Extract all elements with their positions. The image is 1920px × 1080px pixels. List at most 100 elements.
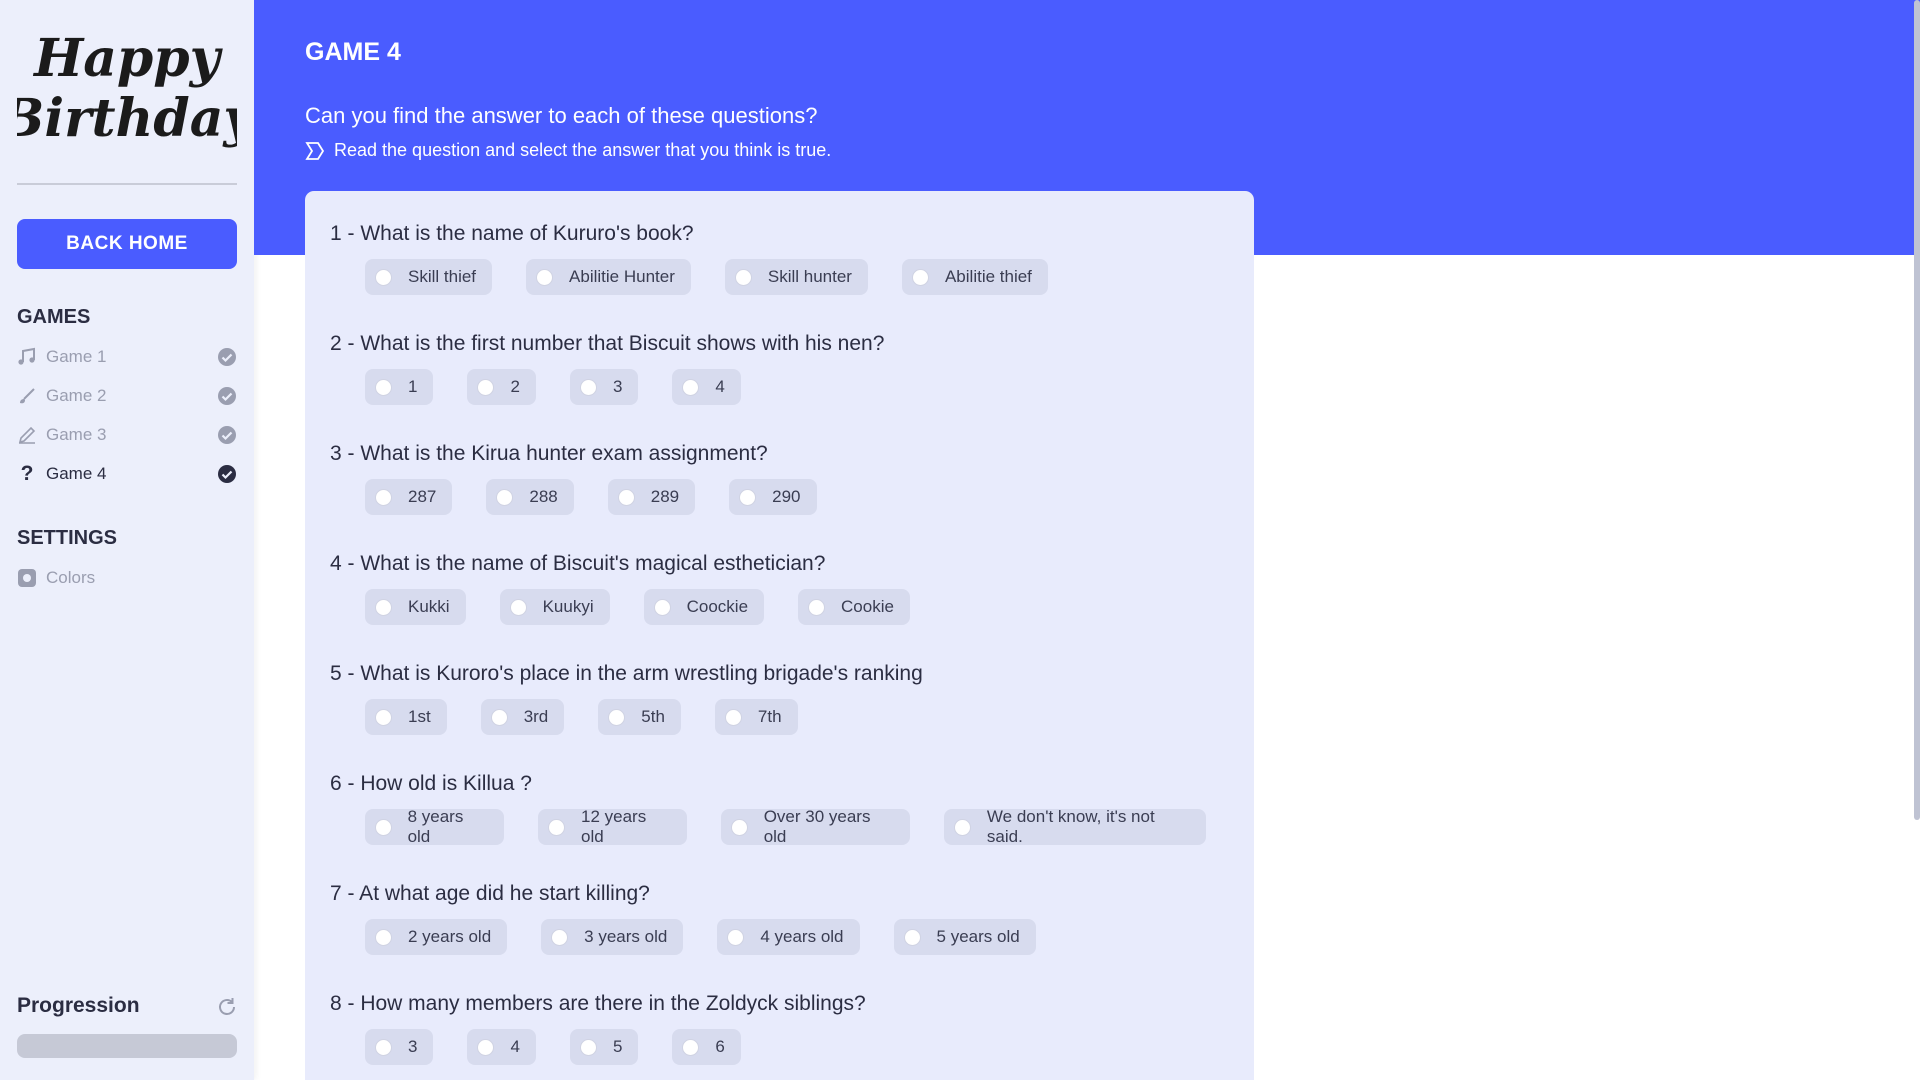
radio-button[interactable] — [579, 378, 597, 396]
answer-option[interactable]: 2 years old — [365, 919, 508, 955]
sidebar-item-game-4[interactable]: ? Game 4 — [17, 459, 237, 489]
answer-option[interactable]: 290 — [729, 479, 817, 515]
check-badge-icon — [217, 347, 237, 367]
refresh-icon[interactable] — [216, 996, 238, 1018]
radio-button[interactable] — [551, 928, 569, 946]
answer-option-label: 3 years old — [584, 927, 668, 946]
sidebar-item-colors[interactable]: Colors — [17, 563, 237, 593]
answer-option[interactable]: Over 30 years old — [721, 807, 911, 846]
sidebar-item-game-1[interactable]: Game 1 — [17, 342, 237, 372]
pencil-icon — [17, 424, 37, 446]
answer-option[interactable]: Abilitie Hunter — [526, 259, 691, 295]
answer-option[interactable]: Skill thief — [365, 259, 493, 295]
answer-option[interactable]: 289 — [607, 479, 696, 515]
page-scrollbar[interactable] — [1914, 0, 1920, 820]
instructions-hint: Read the question and select the answer … — [305, 140, 831, 161]
back-home-button[interactable]: BACK HOME — [17, 219, 237, 269]
radio-button[interactable] — [727, 928, 745, 946]
sidebar-item-game-3[interactable]: Game 3 — [17, 420, 237, 450]
answer-option[interactable]: 4 — [672, 369, 741, 405]
radio-button[interactable] — [911, 268, 929, 286]
svg-text:Birthday: Birthday — [17, 88, 237, 149]
radio-button[interactable] — [375, 378, 392, 396]
answer-option[interactable]: Kuukyi — [499, 589, 610, 625]
answer-options: Kukki Kuukyi Coockie Cookie — [365, 589, 1240, 625]
answer-option[interactable]: 5th — [598, 699, 681, 735]
svg-text:Happy: Happy — [32, 28, 224, 89]
answer-option[interactable]: 3rd — [480, 699, 565, 735]
answer-option[interactable]: Abilitie thief — [901, 259, 1048, 295]
answer-option-label: 4 — [510, 1037, 520, 1056]
answer-option[interactable]: Coockie — [643, 589, 765, 625]
answer-option[interactable]: Skill hunter — [724, 259, 868, 295]
answer-option-label: 5 — [612, 1037, 623, 1056]
radio-button[interactable] — [375, 708, 392, 726]
answer-option[interactable]: Cookie — [798, 589, 910, 625]
radio-button[interactable] — [496, 488, 514, 506]
sidebar: Happy Birthday BACK HOME GAMES Game 1 Ga… — [0, 0, 257, 1080]
answer-option[interactable]: 8 years old — [365, 807, 505, 846]
answer-option-label: Abilitie thief — [944, 267, 1032, 286]
answer-option[interactable]: Kukki — [365, 589, 466, 625]
radio-button[interactable] — [490, 708, 508, 726]
answer-options: 1 2 3 4 — [365, 369, 1240, 405]
radio-button[interactable] — [375, 818, 392, 836]
answer-option[interactable]: 5 — [569, 1029, 639, 1065]
radio-button[interactable] — [375, 598, 392, 616]
radio-button[interactable] — [653, 598, 671, 616]
answer-option[interactable]: 6 — [672, 1029, 741, 1065]
answer-option[interactable]: 7th — [714, 699, 798, 735]
radio-button[interactable] — [536, 268, 554, 286]
answer-option[interactable]: 287 — [365, 479, 453, 515]
answer-option[interactable]: 1 — [365, 369, 434, 405]
answer-option[interactable]: 4 — [467, 1029, 536, 1065]
answer-option[interactable]: 12 years old — [538, 807, 688, 846]
radio-button[interactable] — [739, 488, 757, 506]
question-4: 4 - What is the name of Biscuit's magica… — [330, 549, 1240, 625]
radio-button[interactable] — [903, 928, 921, 946]
answer-option-label: Kuukyi — [542, 597, 594, 616]
radio-button[interactable] — [375, 488, 392, 506]
radio-button[interactable] — [724, 708, 742, 726]
radio-button[interactable] — [608, 708, 626, 726]
radio-button[interactable] — [509, 598, 527, 616]
answer-option-label: 5 years old — [936, 927, 1020, 946]
radio-button[interactable] — [375, 268, 392, 286]
answer-option-label: Coockie — [686, 597, 749, 616]
answer-options: 2 years old 3 years old 4 years old 5 years… — [365, 919, 1240, 955]
question-2: 2 - What is the first number that Biscui… — [330, 329, 1240, 405]
answer-option[interactable]: 3 years old — [541, 919, 684, 955]
radio-button[interactable] — [682, 1038, 700, 1056]
answer-option[interactable]: We don't know, it's not said. — [944, 807, 1206, 846]
radio-button[interactable] — [548, 818, 566, 836]
question-6: 6 - How old is Killua ? 8 years old 12 yea… — [330, 769, 1240, 846]
radio-button[interactable] — [375, 928, 392, 946]
radio-button[interactable] — [731, 818, 748, 836]
answer-option[interactable]: 4 years old — [717, 919, 860, 955]
radio-button[interactable] — [682, 378, 700, 396]
radio-button[interactable] — [477, 1038, 495, 1056]
hint-text: Read the question and select the answer … — [334, 140, 832, 160]
games-heading: GAMES — [17, 306, 91, 328]
answer-option[interactable]: 5 years old — [893, 919, 1036, 955]
question-text: 6 - How old is Killua ? — [330, 772, 532, 795]
progression-bar — [17, 1034, 237, 1058]
question-5: 5 - What is Kuroro's place in the arm wr… — [330, 659, 1240, 735]
happy-birthday-logo: Happy Birthday — [0, 16, 257, 150]
radio-button[interactable] — [375, 1038, 392, 1056]
answer-option[interactable]: 1st — [365, 699, 447, 735]
radio-button[interactable] — [954, 818, 971, 836]
radio-button[interactable] — [617, 488, 635, 506]
radio-button[interactable] — [808, 598, 826, 616]
answer-option[interactable]: 3 — [569, 369, 639, 405]
radio-button[interactable] — [477, 378, 495, 396]
radio-button[interactable] — [579, 1038, 597, 1056]
answer-option[interactable]: 288 — [486, 479, 574, 515]
sidebar-item-game-2[interactable]: Game 2 — [17, 381, 237, 411]
answer-option[interactable]: 2 — [467, 369, 536, 405]
answer-option-label: Over 30 years old — [763, 807, 871, 846]
brush-icon — [17, 385, 37, 407]
answer-option[interactable]: 3 — [365, 1029, 434, 1065]
radio-button[interactable] — [734, 268, 752, 286]
check-badge-icon — [217, 386, 237, 406]
